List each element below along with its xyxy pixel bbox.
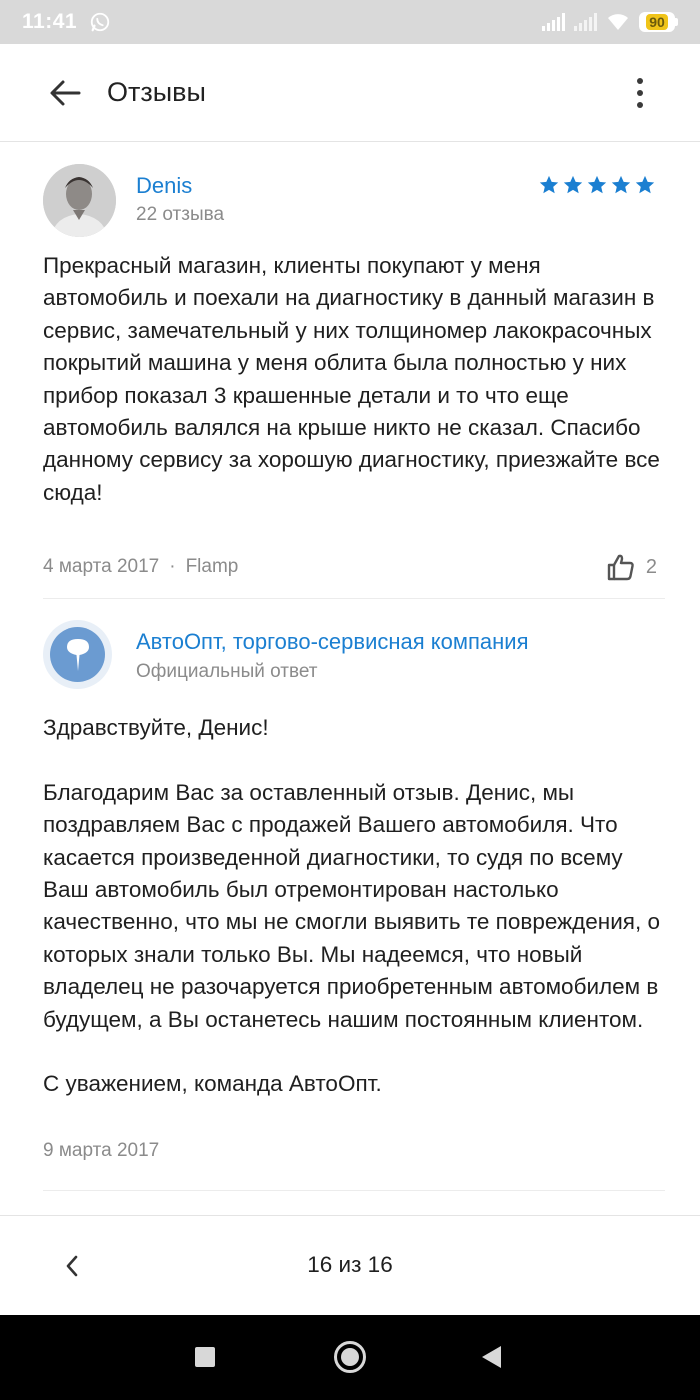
review-date: 4 марта 2017 bbox=[43, 556, 160, 577]
answer-header: АвтоОпт, торгово-сервисная компания Офиц… bbox=[0, 600, 700, 710]
signal-2-icon bbox=[574, 13, 597, 31]
page-indicator: 16 из 16 bbox=[307, 1252, 393, 1277]
pin-icon bbox=[66, 638, 89, 671]
official-answer-label: Официальный ответ bbox=[136, 661, 318, 682]
divider bbox=[43, 1190, 665, 1191]
answer-date: 9 марта 2017 bbox=[43, 1140, 160, 1161]
star-icon bbox=[539, 175, 559, 194]
answer-body: Благодарим Вас за оставленный отзыв. Ден… bbox=[43, 779, 660, 1032]
status-bar: 11:41 90 bbox=[0, 0, 700, 44]
wifi-icon bbox=[608, 14, 628, 30]
status-time: 11:41 bbox=[22, 10, 78, 33]
divider bbox=[43, 598, 665, 599]
system-nav-bar bbox=[0, 1315, 700, 1400]
avatar[interactable] bbox=[43, 164, 116, 237]
user-photo bbox=[43, 164, 116, 237]
org-avatar[interactable] bbox=[43, 620, 112, 689]
review-source: Flamp bbox=[185, 556, 239, 577]
org-name[interactable]: АвтоОпт, торгово-сервисная компания bbox=[136, 629, 529, 655]
battery-icon: 90 bbox=[639, 12, 678, 32]
review-meta: 4 марта 2017 · Flamp 2 bbox=[43, 552, 657, 582]
rating-stars bbox=[538, 174, 656, 196]
page-title: Отзывы bbox=[107, 77, 206, 107]
home-button[interactable] bbox=[334, 1341, 366, 1373]
review-card: Denis 22 отзыва Прекрасный магазин, клие… bbox=[0, 142, 700, 581]
review-author-count: 22 отзыва bbox=[136, 204, 225, 225]
star-icon bbox=[563, 175, 583, 194]
answer-text: Здравствуйте, Денис! Благодарим Вас за о… bbox=[43, 712, 668, 1101]
review-header: Denis 22 отзыва bbox=[0, 142, 700, 250]
like-button[interactable]: 2 bbox=[606, 552, 657, 582]
pager: 16 из 16 bbox=[0, 1215, 700, 1315]
answer-signature: С уважением, команда АвтоОпт. bbox=[43, 1071, 382, 1097]
star-icon bbox=[587, 175, 607, 194]
signal-icon bbox=[542, 13, 565, 31]
whatsapp-icon bbox=[90, 12, 110, 32]
meta-separator: · bbox=[169, 556, 176, 577]
battery-level: 90 bbox=[646, 14, 668, 30]
back-button[interactable] bbox=[43, 71, 87, 115]
review-author[interactable]: Denis bbox=[136, 173, 192, 199]
thumbs-up-icon bbox=[607, 554, 634, 581]
more-options-button[interactable] bbox=[628, 71, 652, 115]
app-bar: Отзывы bbox=[0, 44, 700, 142]
arrow-left-icon bbox=[50, 80, 81, 105]
like-count: 2 bbox=[645, 555, 657, 578]
more-vertical-icon bbox=[637, 77, 643, 84]
system-back-button[interactable] bbox=[482, 1346, 501, 1368]
star-icon bbox=[611, 175, 631, 194]
review-text: Прекрасный магазин, клиенты покупают у м… bbox=[43, 253, 660, 505]
recent-apps-button[interactable] bbox=[195, 1347, 215, 1367]
star-icon bbox=[635, 175, 655, 194]
status-indicators: 90 bbox=[542, 12, 678, 32]
answer-greeting: Здравствуйте, Денис! bbox=[43, 715, 269, 740]
